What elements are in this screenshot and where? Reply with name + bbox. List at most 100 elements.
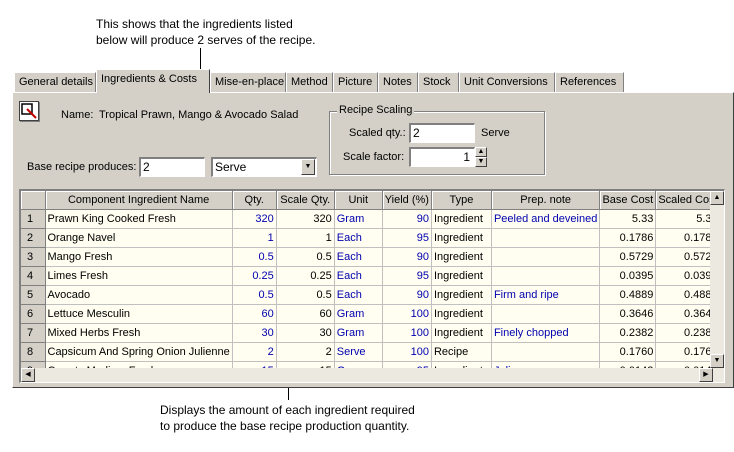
cell-ingredient-name[interactable]: Limes Fresh (45, 266, 233, 286)
cell-base-cost[interactable]: 5.33 (599, 209, 657, 229)
scroll-up-icon[interactable]: ▲ (710, 191, 724, 205)
cell-prep-note[interactable] (491, 247, 601, 267)
table-row[interactable]: 7 Mixed Herbs Fresh 30 30 Gram 100 Ingredient F… (21, 323, 721, 343)
cell-qty[interactable]: 1 (232, 228, 277, 248)
cell-yield[interactable]: 100 (382, 304, 432, 324)
cell-prep-note[interactable] (491, 342, 601, 362)
tab-unit-conversions[interactable]: Unit Conversions (459, 72, 555, 92)
grid-vertical-scrollbar[interactable]: ▲ ▼ (710, 191, 724, 368)
table-row[interactable]: 4 Limes Fresh 0.25 0.25 Each 95 Ingredient 0.03… (21, 266, 721, 286)
scroll-down-icon[interactable]: ▼ (710, 354, 724, 368)
cell-unit[interactable]: Each (334, 228, 383, 248)
cell-qty[interactable]: 0.25 (232, 266, 277, 286)
cell-ingredient-name[interactable]: Prawn King Cooked Fresh (44, 208, 233, 229)
cell-yield[interactable]: 95 (382, 266, 432, 286)
scale-factor-field[interactable]: 1 (409, 147, 475, 167)
cell-yield[interactable]: 90 (382, 209, 432, 229)
cell-base-cost[interactable]: 0.1760 (599, 342, 657, 362)
cell-prep-note[interactable]: Finely chopped (491, 323, 601, 343)
cell-type[interactable]: Recipe (431, 342, 492, 362)
ingredients-grid[interactable]: Component Ingredient Name Qty. Scale Qty… (19, 189, 725, 383)
cell-yield[interactable]: 100 (382, 342, 432, 362)
col-header-scale-qty[interactable]: Scale Qty. (276, 191, 335, 210)
cell-scale-qty[interactable]: 0.5 (276, 285, 335, 305)
cell-unit[interactable]: Each (334, 247, 383, 267)
cell-ingredient-name[interactable]: Mango Fresh (45, 247, 233, 267)
cell-type[interactable]: Ingredient (431, 209, 492, 229)
cell-scale-qty[interactable]: 0.5 (276, 247, 335, 267)
cell-qty[interactable]: 0.5 (232, 247, 277, 267)
cell-base-cost[interactable]: 0.5729 (599, 247, 657, 267)
cell-yield[interactable]: 90 (382, 247, 432, 267)
tab-mise-en-place[interactable]: Mise-en-place (210, 72, 286, 92)
cell-ingredient-name[interactable]: Capsicum And Spring Onion Julienne (45, 342, 233, 362)
tab-references[interactable]: References (555, 72, 624, 92)
col-header-base-cost[interactable]: Base Cost (599, 191, 657, 210)
cell-type[interactable]: Ingredient (431, 228, 492, 248)
tab-method[interactable]: Method (286, 72, 333, 92)
cell-unit[interactable]: Serve (334, 342, 383, 362)
cell-prep-note[interactable] (491, 266, 601, 286)
cell-type[interactable]: Ingredient (431, 285, 492, 305)
cell-ingredient-name[interactable]: Mixed Herbs Fresh (45, 323, 233, 343)
cell-base-cost[interactable]: 0.3646 (599, 304, 657, 324)
cell-prep-note[interactable]: Firm and ripe (491, 285, 601, 305)
cell-scale-qty[interactable]: 320 (276, 209, 335, 229)
cell-scale-qty[interactable]: 30 (276, 323, 335, 343)
spin-up-icon[interactable]: ▲ (475, 147, 487, 157)
tab-notes[interactable]: Notes (378, 72, 418, 92)
col-header-yield[interactable]: Yield (%) (382, 191, 432, 210)
cell-type[interactable]: Ingredient (431, 266, 492, 286)
cell-unit[interactable]: Gram (334, 304, 383, 324)
col-header-prep-note[interactable]: Prep. note (491, 191, 601, 210)
tab-picture[interactable]: Picture (333, 72, 378, 92)
cell-scale-qty[interactable]: 2 (276, 342, 335, 362)
cell-prep-note[interactable] (491, 228, 601, 248)
scaled-qty-field[interactable]: 2 (409, 123, 475, 143)
table-row[interactable]: 5 Avocado 0.5 0.5 Each 90 Ingredient Firm and r… (21, 285, 721, 305)
cell-type[interactable]: Ingredient (431, 304, 492, 324)
cell-unit[interactable]: Each (334, 266, 383, 286)
table-row[interactable]: 3 Mango Fresh 0.5 0.5 Each 90 Ingredient 0.5729… (21, 247, 721, 267)
col-header-unit[interactable]: Unit (334, 191, 383, 210)
cell-scale-qty[interactable]: 1 (276, 228, 335, 248)
grid-horizontal-scrollbar[interactable]: ◀ ▶ (21, 368, 724, 382)
cell-prep-note[interactable]: Peeled and deveined (491, 209, 601, 229)
cell-base-cost[interactable]: 0.0395 (599, 266, 657, 286)
tab-stock[interactable]: Stock (418, 72, 459, 92)
col-header-qty[interactable]: Qty. (232, 191, 277, 210)
cell-scale-qty[interactable]: 60 (276, 304, 335, 324)
cell-base-cost[interactable]: 0.1786 (599, 228, 657, 248)
cell-qty[interactable]: 320 (232, 209, 277, 229)
cell-qty[interactable]: 0.5 (232, 285, 277, 305)
table-row[interactable]: 2 Orange Navel 1 1 Each 95 Ingredient 0.1786 0.1… (21, 228, 721, 248)
cell-ingredient-name[interactable]: Orange Navel (45, 228, 233, 248)
scroll-right-icon[interactable]: ▶ (699, 368, 713, 382)
cell-ingredient-name[interactable]: Lettuce Mesculin (45, 304, 233, 324)
table-row[interactable]: 8 Capsicum And Spring Onion Julienne 2 2 Ser… (21, 342, 721, 362)
cell-base-cost[interactable]: 0.2382 (599, 323, 657, 343)
cell-scale-qty[interactable]: 0.25 (276, 266, 335, 286)
spin-down-icon[interactable]: ▼ (475, 157, 487, 167)
cell-prep-note[interactable] (491, 304, 601, 324)
cell-unit[interactable]: Gram (334, 209, 383, 229)
cell-ingredient-name[interactable]: Avocado (45, 285, 233, 305)
cell-yield[interactable]: 90 (382, 285, 432, 305)
table-row[interactable]: 6 Lettuce Mesculin 60 60 Gram 100 Ingredient 0.… (21, 304, 721, 324)
cell-base-cost[interactable]: 0.4889 (599, 285, 657, 305)
cell-qty[interactable]: 2 (232, 342, 277, 362)
cell-yield[interactable]: 100 (382, 323, 432, 343)
cell-type[interactable]: Ingredient (431, 323, 492, 343)
cell-yield[interactable]: 95 (382, 228, 432, 248)
chevron-down-icon[interactable]: ▼ (301, 159, 315, 175)
col-header-type[interactable]: Type (431, 191, 492, 210)
tab-general-details[interactable]: General details (14, 72, 96, 92)
cell-qty[interactable]: 60 (232, 304, 277, 324)
cell-unit[interactable]: Gram (334, 323, 383, 343)
cell-type[interactable]: Ingredient (431, 247, 492, 267)
table-row[interactable]: 1 Prawn King Cooked Fresh 320 320 Gram 90 Ingr… (21, 208, 721, 229)
tab-ingredients-costs[interactable]: Ingredients & Costs (96, 69, 210, 93)
cell-qty[interactable]: 30 (232, 323, 277, 343)
col-header-name[interactable]: Component Ingredient Name (45, 191, 233, 210)
base-qty-field[interactable]: 2 (139, 157, 205, 177)
